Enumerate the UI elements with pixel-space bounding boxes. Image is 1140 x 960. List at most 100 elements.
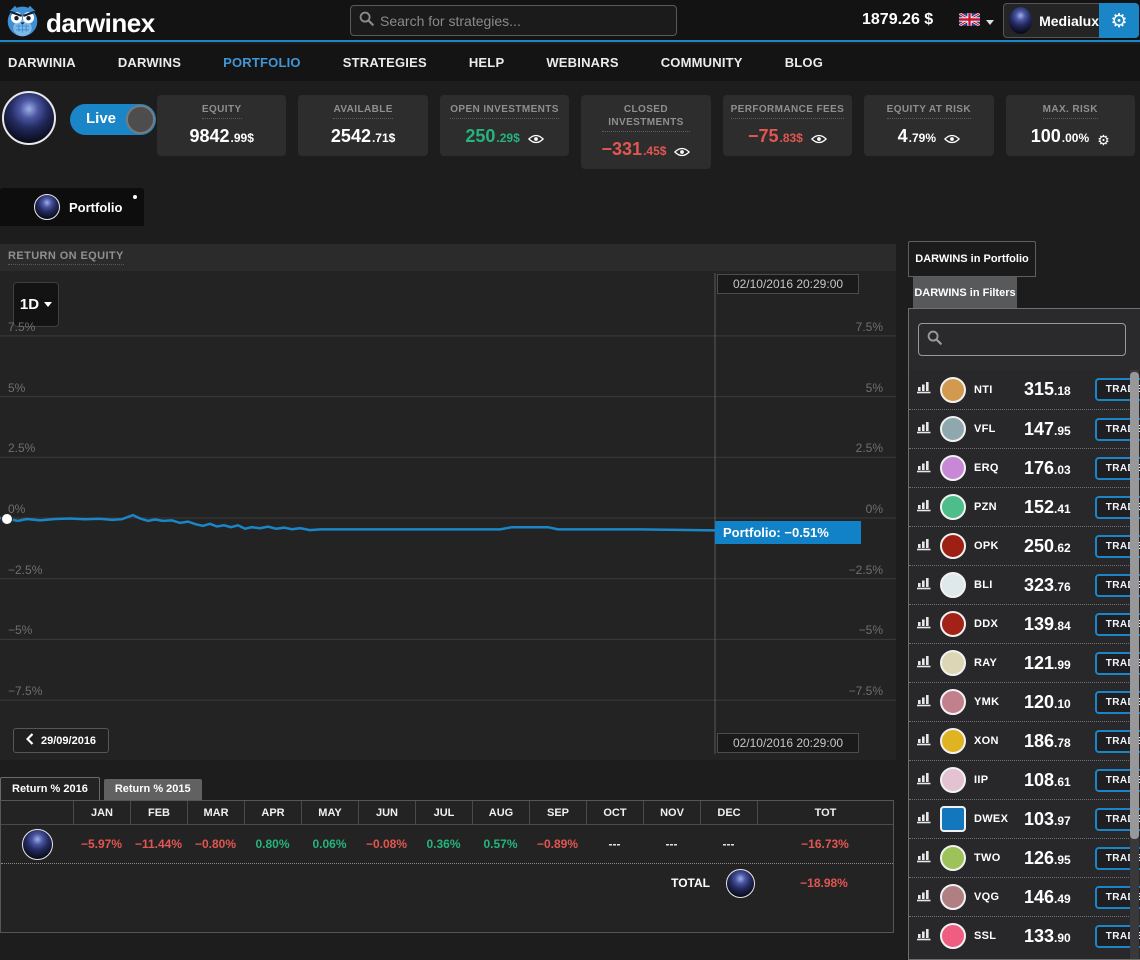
nav-item-darwins[interactable]: DARWINS — [97, 55, 202, 70]
stat-box-equity: EQUITY9842.99$ — [157, 95, 286, 156]
darwin-quote: 103.97 — [1024, 809, 1071, 830]
darwin-ticker: PZN — [974, 501, 1016, 513]
owl-logo-icon — [4, 2, 41, 44]
tab-return-2015[interactable]: Return % 2015 — [104, 779, 202, 800]
settings-button[interactable]: ⚙ — [1099, 3, 1139, 38]
tab-return-2016[interactable]: Return % 2016 — [0, 777, 100, 800]
bar-chart-icon[interactable] — [916, 459, 932, 478]
darwin-row-vfl[interactable]: VFL147.95TRADE — [909, 409, 1140, 448]
darwin-row-erq[interactable]: ERQ176.03TRADE — [909, 448, 1140, 487]
quote-decimals: .18 — [1054, 384, 1071, 398]
darwin-avatar — [940, 416, 966, 442]
darwin-row-ymk[interactable]: YMK120.10TRADE — [909, 682, 1140, 721]
bar-chart-icon[interactable] — [916, 849, 932, 868]
quote-integer: 120 — [1024, 692, 1054, 713]
darwin-search-input[interactable] — [948, 332, 1125, 347]
row-avatar-cell — [1, 829, 73, 860]
bar-chart-icon[interactable] — [916, 654, 932, 673]
stat-decimal-value: .71$ — [372, 131, 395, 145]
account-balance: 1879.26 $ — [862, 11, 933, 29]
nav-item-blog[interactable]: BLOG — [764, 55, 844, 70]
darwin-row-nti[interactable]: NTI315.18TRADE — [909, 370, 1140, 409]
language-selector[interactable] — [959, 13, 994, 31]
stat-decimal-value: .83$ — [779, 131, 802, 145]
bar-chart-icon[interactable] — [916, 420, 932, 439]
quote-integer: 126 — [1024, 848, 1054, 869]
bar-chart-icon[interactable] — [916, 576, 932, 595]
y-axis-tick-right: −2.5% — [849, 563, 883, 577]
gear-icon[interactable]: ⚙ — [1097, 133, 1110, 149]
quote-integer: 133 — [1024, 926, 1054, 947]
bar-chart-icon[interactable] — [916, 888, 932, 907]
bar-chart-icon[interactable] — [916, 380, 932, 399]
darwin-row-iip[interactable]: IIP108.61TRADE — [909, 760, 1140, 799]
header-cell-nov: NOV — [643, 801, 700, 824]
eye-icon[interactable] — [528, 131, 544, 149]
quote-decimals: .49 — [1054, 892, 1071, 906]
darwins-panel: NTI315.18TRADEVFL147.95TRADEERQ176.03TRA… — [908, 308, 1140, 960]
darwin-row-vqg[interactable]: VQG146.49TRADE — [909, 877, 1140, 916]
darwin-row-xon[interactable]: XON186.78TRADE — [909, 721, 1140, 760]
y-axis-tick-right: −7.5% — [849, 684, 883, 698]
darwin-avatar — [940, 923, 966, 949]
y-axis-tick-right: 7.5% — [856, 320, 883, 334]
bar-chart-icon[interactable] — [916, 615, 932, 634]
y-axis-tick-right: 2.5% — [856, 441, 883, 455]
previous-date-button[interactable]: 29/09/2016 — [13, 728, 109, 753]
bar-chart-icon[interactable] — [916, 927, 932, 946]
darwin-ticker: VQG — [974, 891, 1016, 903]
darwin-row-ssl[interactable]: SSL133.90TRADE — [909, 916, 1140, 955]
darwin-row-bli[interactable]: BLI323.76TRADE — [909, 565, 1140, 604]
search-input[interactable] — [380, 13, 668, 29]
scrollbar-thumb[interactable] — [1130, 372, 1139, 839]
bar-chart-icon[interactable] — [916, 732, 932, 751]
darwin-avatar — [940, 377, 966, 403]
return-on-equity-chart[interactable]: 02/10/2016 20:29:00 02/10/2016 20:29:00 … — [0, 271, 896, 760]
darwin-row-ddx[interactable]: DDX139.84TRADE — [909, 604, 1140, 643]
darwin-avatar — [940, 728, 966, 754]
y-axis-tick-right: 0% — [866, 502, 883, 516]
bar-chart-icon[interactable] — [916, 693, 932, 712]
darwin-search[interactable] — [918, 323, 1126, 356]
nav-item-webinars[interactable]: WEBINARS — [525, 55, 639, 70]
eye-icon[interactable] — [674, 144, 690, 162]
eye-icon[interactable] — [944, 131, 960, 149]
darwin-ticker: TWO — [974, 852, 1016, 864]
darwin-avatar — [940, 845, 966, 871]
user-menu[interactable]: Medialux — [1003, 3, 1099, 38]
darwin-row-dwex[interactable]: DWEX103.97TRADE — [909, 799, 1140, 838]
live-demo-toggle[interactable]: Live — [70, 104, 156, 135]
bar-chart-icon[interactable] — [916, 810, 932, 829]
nav-item-community[interactable]: COMMUNITY — [640, 55, 764, 70]
darwin-list: NTI315.18TRADEVFL147.95TRADEERQ176.03TRA… — [909, 370, 1140, 959]
darwin-row-pzn[interactable]: PZN152.41TRADE — [909, 487, 1140, 526]
darwin-row-two[interactable]: TWO126.95TRADE — [909, 838, 1140, 877]
quote-integer: 250 — [1024, 536, 1054, 557]
scrollbar-track[interactable] — [1130, 370, 1139, 959]
crosshair-date-bottom: 02/10/2016 20:29:00 — [717, 733, 859, 753]
tab-portfolio[interactable]: Portfolio — [0, 188, 144, 226]
quote-decimals: .61 — [1054, 775, 1071, 789]
tab-darwins-in-portfolio[interactable]: DARWINS in Portfolio — [908, 241, 1036, 277]
nav-item-strategies[interactable]: STRATEGIES — [322, 55, 448, 70]
darwin-row-ray[interactable]: RAY121.99TRADE — [909, 643, 1140, 682]
avatar — [726, 869, 755, 898]
tab-darwins-in-filters[interactable]: DARWINS in Filters — [913, 277, 1017, 308]
nav-item-help[interactable]: HELP — [448, 55, 525, 70]
darwin-quote: 133.90 — [1024, 926, 1071, 947]
nav-item-portfolio[interactable]: PORTFOLIO — [202, 55, 322, 70]
bar-chart-icon[interactable] — [916, 537, 932, 556]
strategy-search[interactable] — [350, 5, 677, 36]
eye-icon[interactable] — [811, 131, 827, 149]
nav-item-darwinia[interactable]: DARWINIA — [0, 55, 97, 70]
brand-logo[interactable]: darwinex — [4, 2, 155, 44]
bar-chart-icon[interactable] — [916, 771, 932, 790]
bar-chart-icon[interactable] — [916, 498, 932, 517]
darwin-row-opk[interactable]: OPK250.62TRADE — [909, 526, 1140, 565]
darwin-ticker: ERQ — [974, 462, 1016, 474]
brand-name: darwinex — [46, 8, 155, 39]
quote-decimals: .62 — [1054, 541, 1071, 555]
stat-decimal-value: .00% — [1062, 131, 1089, 145]
darwin-ticker: YMK — [974, 696, 1016, 708]
portfolio-avatar[interactable] — [2, 91, 56, 145]
